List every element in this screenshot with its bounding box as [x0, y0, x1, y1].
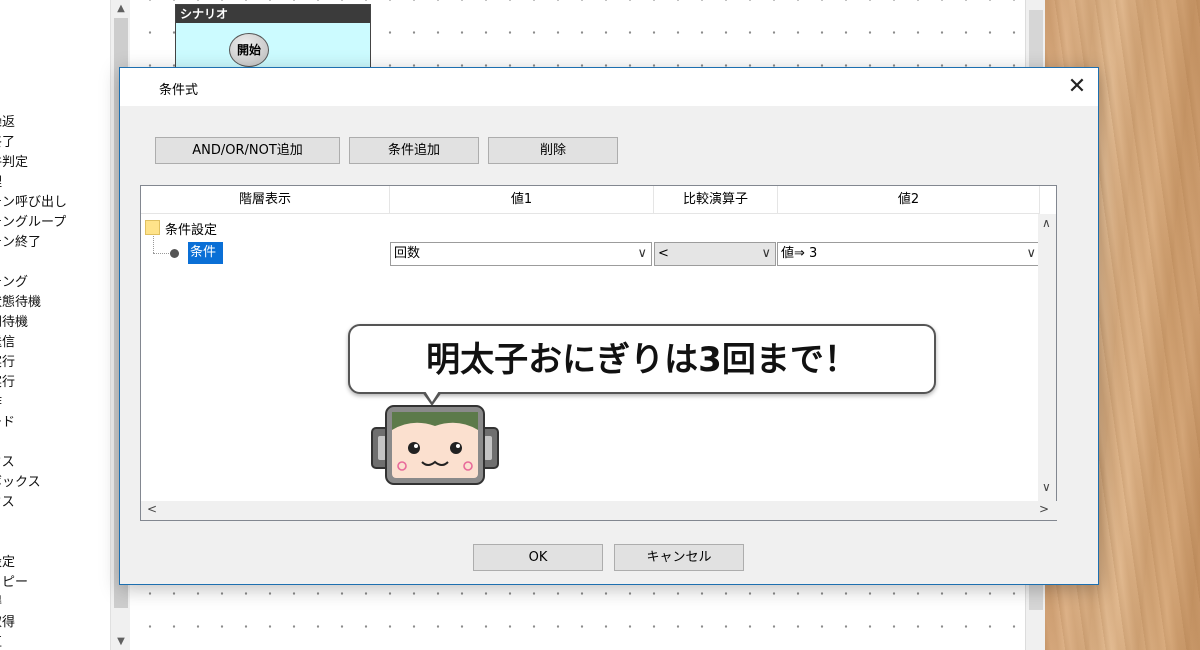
value1-text: 回数 [394, 246, 421, 261]
operator-text: < [658, 246, 669, 261]
operator-combobox[interactable]: < ∨ [654, 242, 776, 266]
dialog-title: 条件式 [159, 83, 199, 98]
tool-item[interactable]: コピー [0, 575, 28, 591]
scenario-block[interactable]: シナリオ 開始 [175, 4, 371, 74]
tool-item[interactable]: クス [0, 455, 15, 471]
dialog-titlebar: 条件式 ✕ [120, 68, 1098, 106]
folder-icon [145, 220, 160, 235]
tool-item[interactable]: チン終了 [0, 235, 41, 251]
tool-item[interactable]: 直 [0, 635, 2, 650]
cancel-button[interactable]: キャンセル [614, 544, 744, 571]
tool-item[interactable]: チング [0, 275, 28, 291]
tool-item[interactable]: チン呼び出し [0, 195, 67, 211]
tool-item[interactable]: 得 [0, 595, 2, 611]
value2-text: 値⇒ 3 [781, 246, 818, 261]
tree-connector [153, 236, 154, 253]
start-node[interactable]: 開始 [229, 33, 269, 67]
bubble-text: 明太子おにぎりは3回まで！ [426, 340, 858, 380]
tool-item[interactable]: クス [0, 495, 15, 511]
tool-item[interactable]: 終了 [0, 135, 15, 151]
close-icon[interactable]: ✕ [1062, 72, 1092, 102]
value1-combobox[interactable]: 回数 ∨ [390, 242, 652, 266]
chevron-down-icon[interactable]: ∨ [637, 243, 647, 265]
bubble-tail [425, 391, 439, 402]
speech-bubble: 明太子おにぎりは3回まで！ [348, 324, 936, 394]
grid-vertical-scrollbar[interactable]: ∧ ∨ [1038, 214, 1056, 502]
ok-button[interactable]: OK [473, 544, 603, 571]
tool-panel: 繰返終了件判定理チン呼び出しチングループチン終了チング状態待機間待機送信実行実行… [0, 0, 110, 650]
tool-item[interactable]: ボックス [0, 475, 41, 491]
chevron-up-icon[interactable]: ∧ [1042, 216, 1051, 230]
tool-item[interactable]: 送信 [0, 335, 15, 351]
tool-item[interactable]: 理 [0, 175, 2, 191]
robot-mascot-icon [371, 405, 499, 485]
tree-child-label[interactable]: 条件 [188, 242, 223, 264]
column-header-value1[interactable]: 値1 [390, 186, 654, 214]
tool-item[interactable]: 実行 [0, 355, 15, 371]
chevron-down-icon[interactable]: ∨ [1026, 243, 1036, 265]
tool-item[interactable]: 状態待機 [0, 295, 41, 311]
tool-item[interactable]: 取得 [0, 615, 15, 631]
column-header-value2[interactable]: 値2 [778, 186, 1040, 214]
chevron-right-icon[interactable]: > [1039, 502, 1049, 516]
tree-connector [153, 253, 169, 254]
column-header-operator[interactable]: 比較演算子 [654, 186, 778, 214]
value2-combobox[interactable]: 値⇒ 3 ∨ [777, 242, 1041, 266]
delete-button[interactable]: 削除 [488, 137, 618, 164]
tree-root-label[interactable]: 条件設定 [165, 219, 217, 238]
tool-item[interactable]: 設定 [0, 555, 15, 571]
chevron-left-icon[interactable]: < [147, 502, 157, 516]
tool-item[interactable]: 実行 [0, 375, 15, 391]
tool-item[interactable]: 間待機 [0, 315, 28, 331]
scroll-up-icon[interactable]: ▲ [111, 0, 131, 17]
grid-horizontal-scrollbar[interactable]: < > [141, 501, 1058, 520]
chevron-down-icon[interactable]: ∨ [761, 243, 771, 265]
tool-item[interactable]: 作 [0, 395, 2, 411]
chevron-down-icon[interactable]: ∨ [1042, 480, 1051, 494]
tool-item[interactable]: 件判定 [0, 155, 28, 171]
tool-item[interactable]: チングループ [0, 215, 66, 231]
tree-node-icon [170, 249, 179, 258]
tool-item[interactable]: ード [0, 415, 15, 431]
scenario-title: シナリオ [176, 5, 370, 23]
add-logic-button[interactable]: AND/OR/NOT追加 [155, 137, 340, 164]
tool-item[interactable]: 繰返 [0, 115, 15, 131]
add-condition-button[interactable]: 条件追加 [349, 137, 479, 164]
column-header-hierarchy[interactable]: 階層表示 [141, 186, 390, 214]
scroll-down-icon[interactable]: ▼ [111, 633, 131, 650]
